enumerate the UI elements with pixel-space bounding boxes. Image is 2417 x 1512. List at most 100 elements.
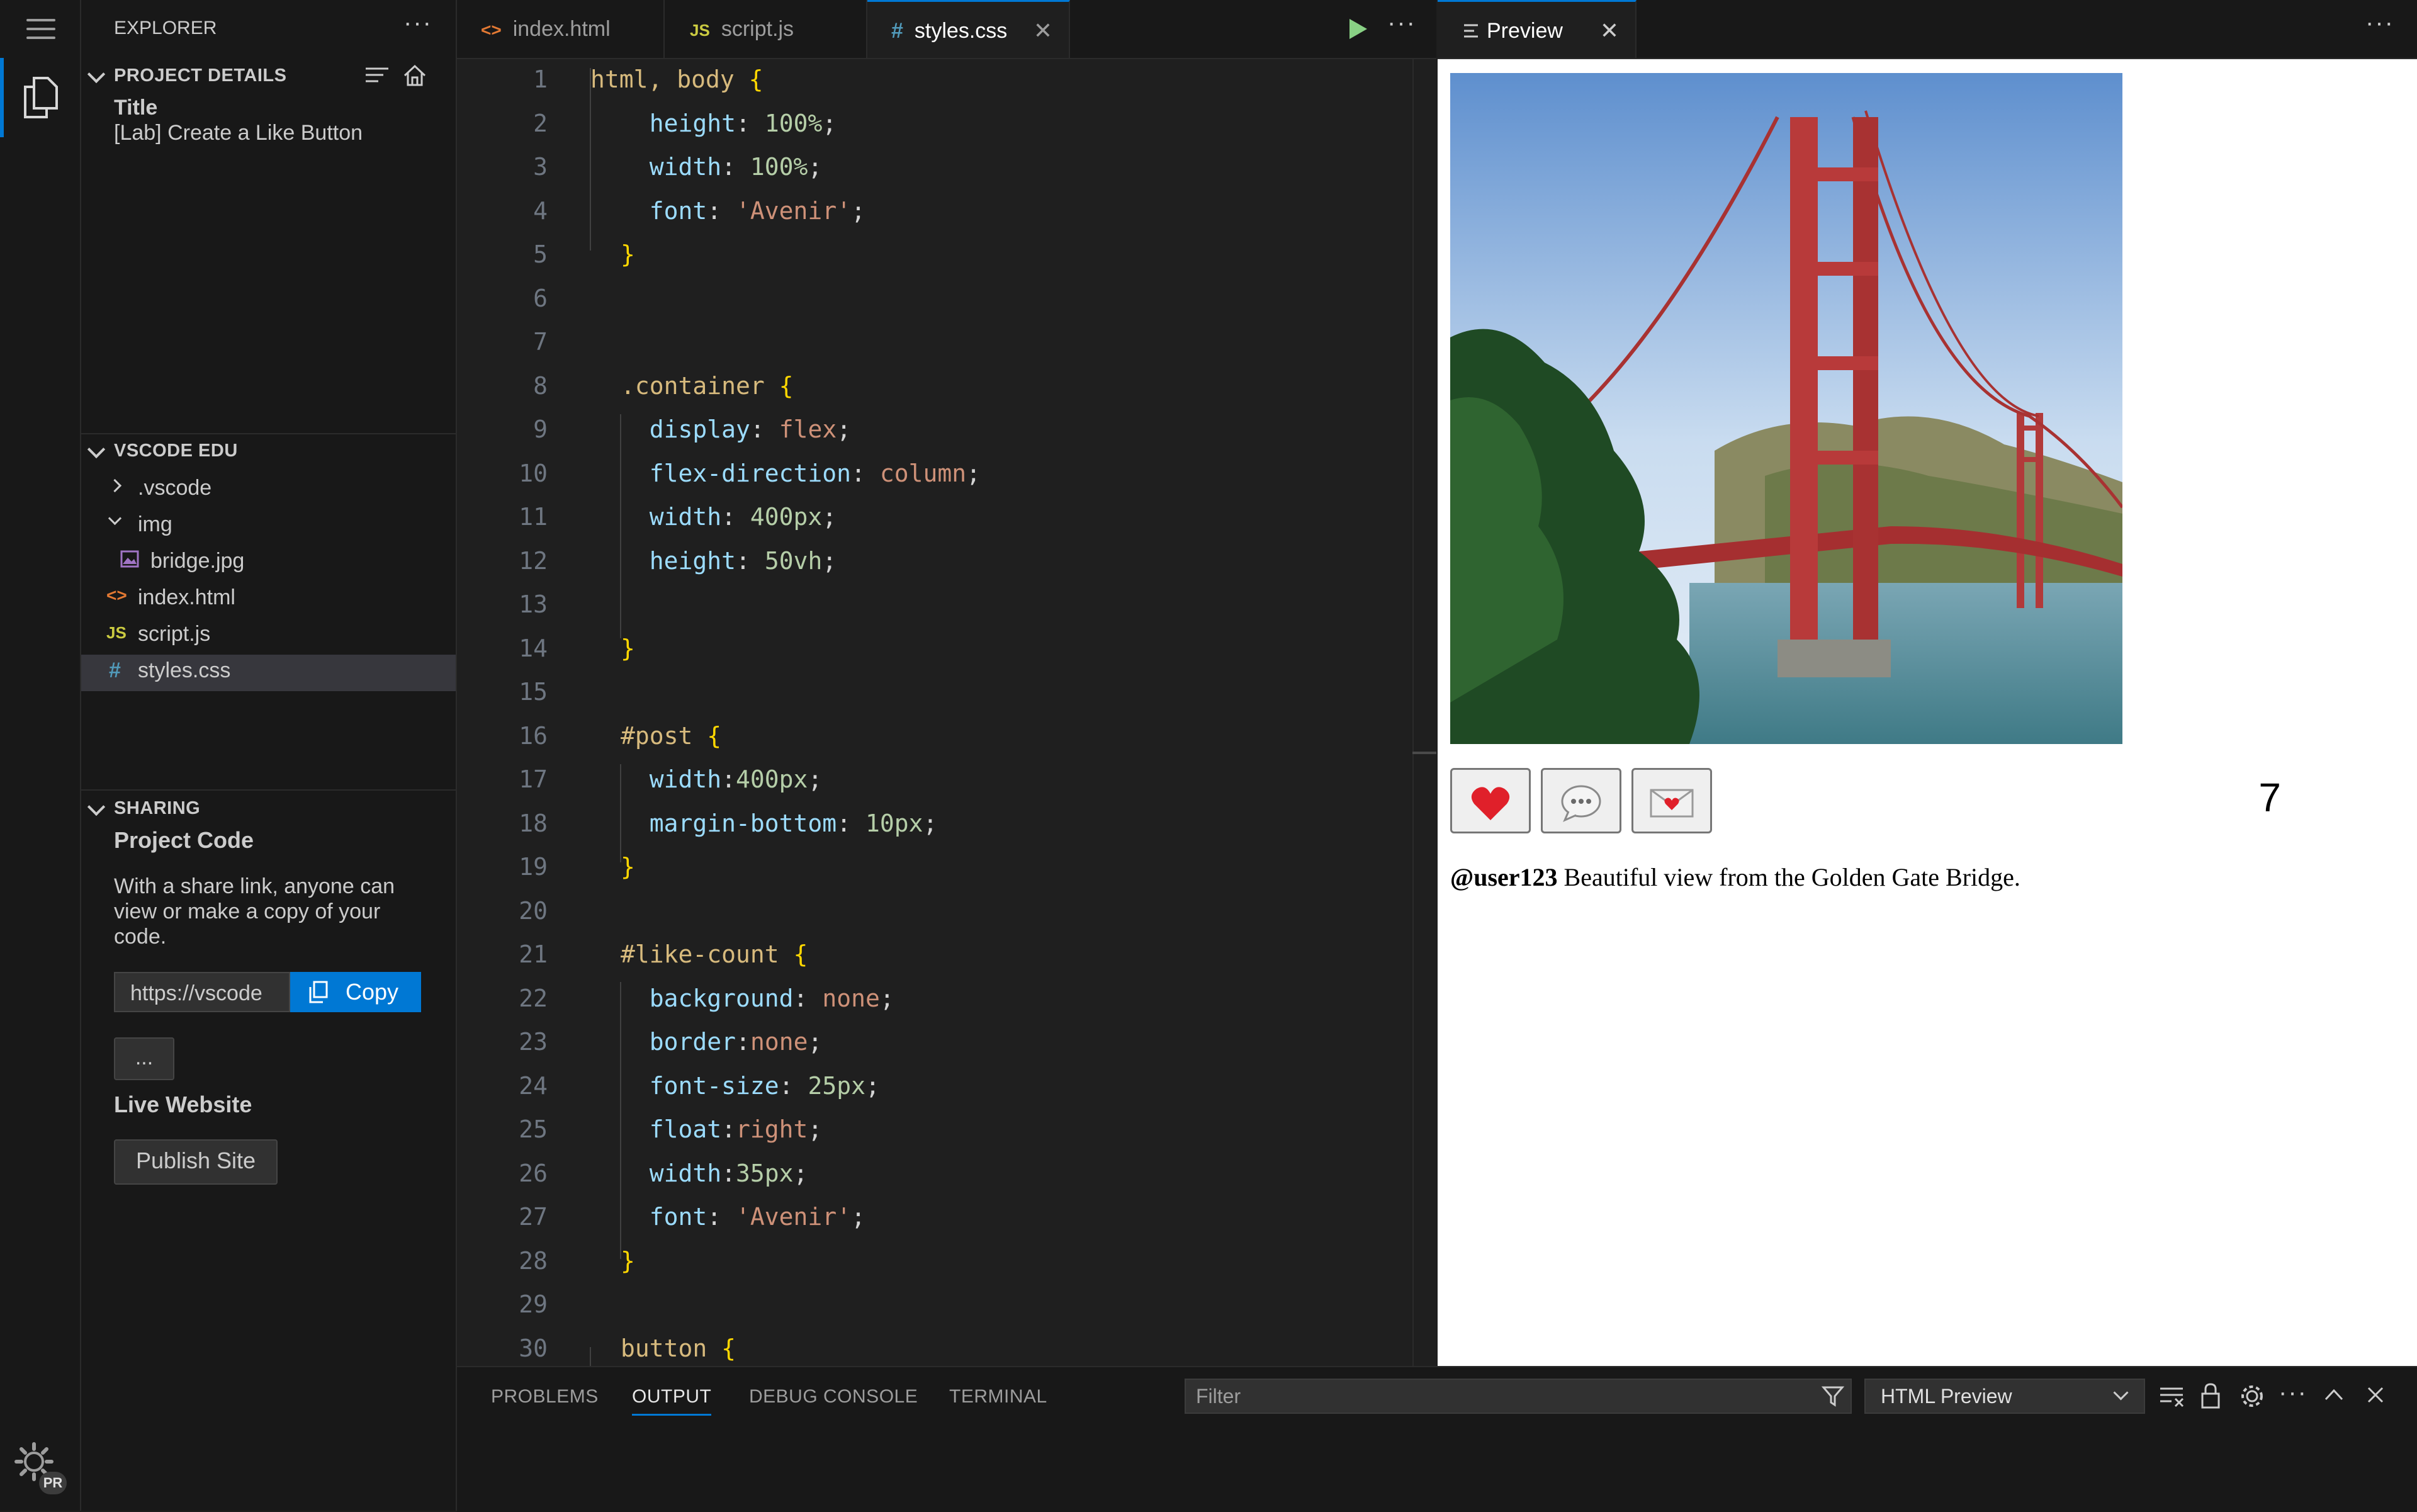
- preview-icon: [1464, 24, 1478, 38]
- line-number: 21: [519, 940, 548, 968]
- lock-icon[interactable]: [2200, 1382, 2221, 1409]
- explorer-more-button[interactable]: ···: [403, 9, 432, 37]
- code-line[interactable]: #post {: [621, 722, 721, 750]
- code-line[interactable]: display: flex;: [621, 415, 851, 443]
- gear-icon[interactable]: [2240, 1384, 2265, 1409]
- editor-scrollbar-track[interactable]: [1412, 58, 1414, 1366]
- code-line[interactable]: }: [621, 1247, 635, 1275]
- code-line[interactable]: float:right;: [621, 1115, 823, 1143]
- copy-link-button[interactable]: Copy: [290, 972, 421, 1012]
- code-line[interactable]: }: [621, 853, 635, 881]
- workspace-heading[interactable]: VSCODE EDU: [114, 441, 238, 461]
- code-line[interactable]: #like-count {: [621, 940, 808, 968]
- tab-script-js[interactable]: JS script.js: [665, 0, 867, 58]
- output-filter-input[interactable]: Filter: [1185, 1379, 1852, 1414]
- code-line[interactable]: background: none;: [621, 984, 894, 1012]
- code-line[interactable]: font-size: 25px;: [621, 1072, 880, 1100]
- close-tab-icon[interactable]: ✕: [1034, 2, 1052, 60]
- sharing-heading[interactable]: SHARING: [114, 798, 200, 819]
- publish-site-button[interactable]: Publish Site: [114, 1139, 278, 1185]
- accounts-settings-icon[interactable]: PR: [14, 1441, 67, 1494]
- panel-tab-debug-console[interactable]: DEBUG CONSOLE: [749, 1386, 918, 1408]
- chevron-down-icon[interactable]: [108, 511, 122, 526]
- code-line[interactable]: font: 'Avenir';: [621, 197, 865, 225]
- code-line[interactable]: font: 'Avenir';: [621, 1203, 865, 1231]
- code-line[interactable]: width: 100%;: [621, 153, 823, 181]
- code-token: ;: [822, 546, 837, 575]
- panel-more-button[interactable]: ···: [2279, 1379, 2307, 1407]
- tab-preview[interactable]: Preview ✕: [1438, 0, 1637, 58]
- code-line[interactable]: }: [621, 240, 635, 268]
- code-token: {: [748, 65, 763, 93]
- code-line[interactable]: height: 100%;: [621, 110, 837, 137]
- chevron-up-icon[interactable]: [2324, 1387, 2344, 1401]
- like-button[interactable]: [1450, 768, 1531, 833]
- code-line[interactable]: width:400px;: [621, 765, 823, 793]
- output-channel-select[interactable]: HTML Preview: [1864, 1379, 2145, 1414]
- code-line[interactable]: border:none;: [621, 1028, 823, 1056]
- code-line[interactable]: .container {: [621, 372, 794, 400]
- close-panel-icon[interactable]: [2367, 1386, 2384, 1404]
- collapse-list-icon[interactable]: [364, 65, 390, 87]
- code-line[interactable]: width: 400px;: [621, 503, 837, 531]
- comment-button[interactable]: [1541, 768, 1621, 833]
- panel-tab-terminal[interactable]: TERMINAL: [949, 1386, 1047, 1408]
- code-editor[interactable]: [457, 0, 1436, 1366]
- chevron-down-icon: [2113, 1385, 2129, 1401]
- tab-index-html[interactable]: <> index.html: [457, 0, 665, 58]
- editor-more-button[interactable]: ···: [1387, 9, 1416, 37]
- code-line[interactable]: html, body {: [590, 65, 763, 93]
- pr-badge: PR: [39, 1472, 67, 1494]
- explorer-icon[interactable]: [0, 58, 80, 137]
- chevron-down-icon[interactable]: [87, 798, 106, 816]
- project-details-heading[interactable]: PROJECT DETAILS: [114, 65, 286, 86]
- tree-item-bridge-jpg[interactable]: bridge.jpg: [150, 549, 244, 573]
- menu-icon[interactable]: [26, 19, 55, 40]
- panel-tab-problems[interactable]: PROBLEMS: [491, 1386, 599, 1408]
- code-line[interactable]: }: [621, 635, 635, 662]
- code-token: width: [649, 1159, 722, 1187]
- preview-more-button[interactable]: ···: [2365, 9, 2394, 37]
- code-token: none: [750, 1028, 808, 1056]
- home-icon[interactable]: [402, 63, 427, 88]
- code-line[interactable]: flex-direction: column;: [621, 460, 981, 487]
- share-button[interactable]: [1631, 768, 1712, 833]
- share-link-field[interactable]: https://vscode: [114, 972, 290, 1012]
- clear-output-icon[interactable]: [2159, 1386, 2184, 1408]
- code-token: 'Avenir': [736, 1203, 852, 1231]
- code-token: flex: [779, 415, 837, 443]
- line-number: 17: [519, 765, 548, 793]
- tab-styles-css[interactable]: # styles.css ✕: [867, 0, 1070, 58]
- chevron-down-icon[interactable]: [87, 440, 106, 459]
- tree-item-index-html[interactable]: index.html: [138, 585, 235, 610]
- panel-tab-output[interactable]: OUTPUT: [632, 1386, 712, 1416]
- code-token: display: [649, 415, 750, 443]
- code-token: }: [621, 240, 635, 268]
- sharing-more-button[interactable]: ...: [114, 1037, 174, 1080]
- run-icon[interactable]: [1347, 18, 1368, 40]
- tab-label: Preview: [1487, 19, 1563, 43]
- code-line[interactable]: width:35px;: [621, 1159, 808, 1187]
- line-number: 13: [519, 590, 548, 618]
- filter-icon[interactable]: [1822, 1385, 1844, 1408]
- code-token: ;: [851, 196, 865, 225]
- tree-item-vscode[interactable]: .vscode: [138, 476, 211, 500]
- line-number: 15: [519, 678, 548, 706]
- tree-item-script-js[interactable]: script.js: [138, 622, 210, 646]
- line-number: 19: [519, 853, 548, 881]
- code-token: 400px: [750, 503, 823, 531]
- code-token: :: [750, 415, 779, 443]
- chevron-down-icon[interactable]: [87, 65, 106, 84]
- tree-item-styles-css[interactable]: styles.css: [138, 658, 230, 683]
- copy-label: Copy: [346, 979, 399, 1005]
- code-line[interactable]: height: 50vh;: [621, 547, 837, 575]
- code-line[interactable]: button {: [621, 1334, 736, 1362]
- code-line[interactable]: margin-bottom: 10px;: [621, 810, 938, 837]
- tree-item-img[interactable]: img: [138, 512, 172, 537]
- close-tab-icon[interactable]: ✕: [1600, 2, 1619, 60]
- line-number: 4: [533, 196, 548, 225]
- html-file-icon: <>: [106, 585, 127, 605]
- chevron-right-icon[interactable]: [108, 478, 122, 493]
